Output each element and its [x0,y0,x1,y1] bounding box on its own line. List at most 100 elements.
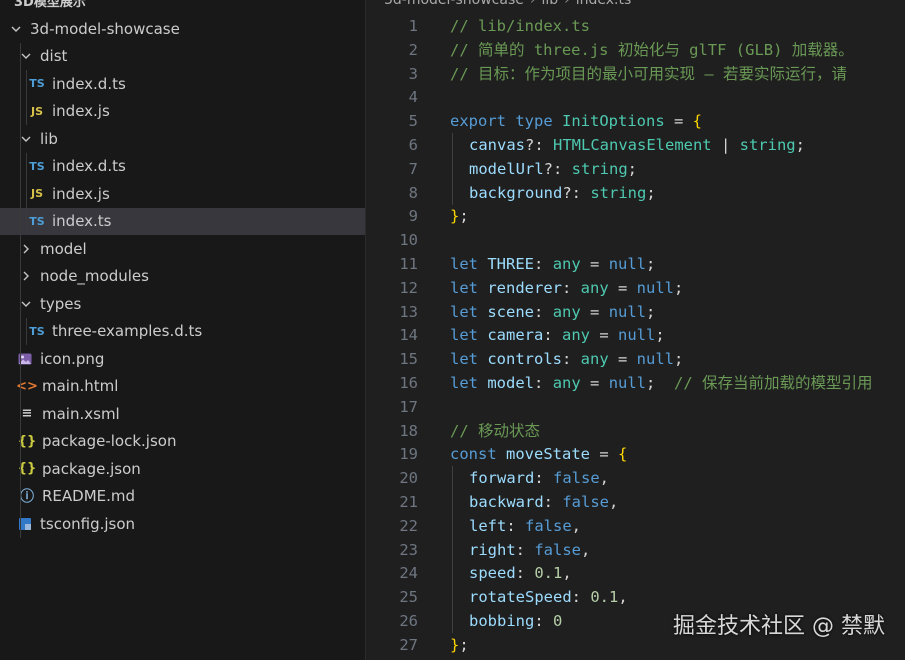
code-token: type [515,112,553,131]
line-number: 27 [399,635,418,654]
code-line[interactable]: 3 // 目标：作为项目的最小可用实现 — 若要实际运行，请 [366,62,905,86]
code-token: let [450,374,478,392]
code-text: // 简单的 three.js 初始化与 glTF (GLB) 加载器。 [450,38,854,62]
code-token: ; [459,207,469,226]
code-line[interactable]: 25 rotateSpeed: 0.1, [366,585,905,610]
code-token: renderer [487,278,562,297]
tree-item[interactable]: node_modules [0,263,365,290]
tree-item[interactable]: TS index.ts [0,207,365,235]
code-token: right [469,540,516,559]
code-text: // 目标：作为项目的最小可用实现 — 若要实际运行，请 [450,62,847,86]
code-text: bobbing: 0 [469,609,562,633]
code-token: null [636,350,674,369]
code-text: right: false, [469,538,590,562]
line-number: 16 [399,374,418,392]
tree-item[interactable]: <> main.html [0,373,365,400]
tree-item[interactable]: tsconfig.json [0,510,365,537]
breadcrumb-item[interactable]: 3d-model-showcase [384,0,524,8]
tree-item[interactable]: {} package-lock.json [0,428,365,455]
code-token: null [608,302,647,321]
code-token: , [581,540,591,559]
code-token: let [450,326,478,345]
tree-item[interactable]: ⓘ README.md [0,483,365,510]
code-line[interactable]: 5 export type InitOptions = { [366,109,905,133]
code-line[interactable]: 1 // lib/index.ts [366,14,905,38]
code-line[interactable]: 2 // 简单的 three.js 初始化与 glTF (GLB) 加载器。 [366,38,905,62]
code-token: false [562,493,609,511]
breadcrumb-item[interactable]: index.ts [576,0,632,8]
line-number: 3 [408,64,418,83]
code-token: : [543,493,563,511]
tree-item-label: index.d.ts [52,74,126,93]
breadcrumb: 3d-model-showcase › lib › index.ts [384,0,631,8]
code-line[interactable]: 14 let camera: any = null; [366,323,905,347]
tree-item[interactable]: icon.png [0,345,365,372]
tree-item[interactable]: lib [0,125,365,152]
code-token: bobbing [469,612,535,630]
line-number: 20 [399,469,418,488]
ts-file-icon: TS [29,159,45,173]
code-token: : [534,302,553,321]
code-line[interactable]: 24 speed: 0.1, [366,561,905,586]
code-line[interactable]: 7 modelUrl?: string; [366,156,905,181]
code-token: ; [627,159,637,178]
code-line[interactable]: 19 const moveState = { [366,442,905,466]
tree-item[interactable]: types [0,290,365,317]
tree-item[interactable]: TS index.d.ts [0,70,365,97]
tree-item-label: index.ts [52,212,112,230]
line-number: 21 [399,493,418,511]
code-token: string [739,136,796,154]
tree-item[interactable]: 3d-model-showcase [0,15,365,42]
code-line[interactable]: 22 left: false, [366,513,905,538]
code-text: // 移动状态 [450,419,540,443]
code-token: = [664,112,693,131]
code-token: = [590,445,619,464]
code-editor[interactable]: 3d-model-showcase › lib › index.ts 1 // lib/i… [366,0,905,660]
code-line[interactable]: 21 backward: false, [366,490,905,514]
tree-item[interactable]: JS index.js [0,98,365,125]
code-token: : [534,374,553,392]
code-line[interactable]: 12 let renderer: any = null; [366,276,905,300]
code-line[interactable]: 18 // 移动状态 [366,419,905,443]
tree-item[interactable]: TS index.d.ts [0,153,365,180]
line-number: 15 [399,350,418,369]
code-text: let model: any = null; // 保存当前加载的模型引用 [450,371,873,395]
tree-item[interactable]: dist [0,43,365,70]
line-number: 18 [399,421,418,440]
code-token: any [552,255,581,273]
code-line[interactable]: 16 let model: any = null; // 保存当前加载的模型引用 [366,371,905,395]
tree-item[interactable]: TS three-examples.d.ts [0,318,365,345]
code-line[interactable]: 8 background?: string; [366,180,905,205]
code-token: background [469,183,563,202]
code-line[interactable]: 9}; [366,204,905,228]
indent-guide [452,156,453,181]
line-number: 12 [399,278,418,297]
code-token: | [711,136,740,154]
code-line[interactable]: 10 [366,228,905,252]
code-text: forward: false, [469,466,609,490]
tree-item[interactable]: {} package.json [0,455,365,482]
code-line[interactable]: 20 forward: false, [366,466,905,491]
code-token: , [609,493,619,511]
code-line[interactable]: 15 let controls: any = null; [366,347,905,371]
tree-item[interactable]: JS index.js [0,180,365,207]
tree-item[interactable]: model [0,235,365,262]
breadcrumb-item[interactable]: lib [541,0,558,8]
code-line[interactable]: 17 [366,395,905,419]
code-line[interactable]: 6 canvas?: HTMLCanvasElement | string; [366,133,905,157]
tree-item-label: index.js [52,102,110,120]
code-token: ; [674,278,684,297]
code-line[interactable]: 4 [366,85,905,109]
code-line[interactable]: 11 let THREE: any = null; [366,252,905,276]
indent-guide [452,585,453,610]
code-line[interactable]: 13 let scene: any = null; [366,300,905,324]
tree-item[interactable]: ≡ main.xsml [0,400,365,427]
code-token: let [450,278,478,297]
code-line[interactable]: 23 right: false, [366,537,905,562]
code-token: : [515,564,535,583]
watermark: 掘金技术社区 @ 禁默 [673,614,885,639]
